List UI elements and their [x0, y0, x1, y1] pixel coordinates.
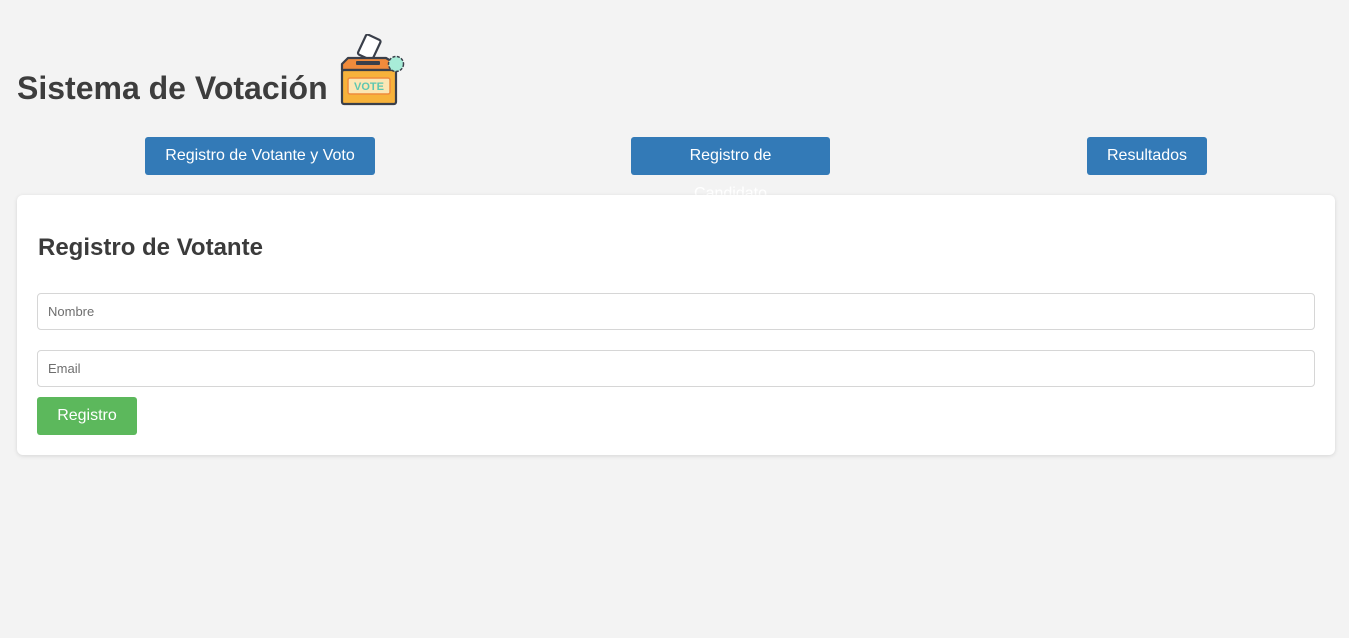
voter-registration-button[interactable]: Registro de Votante y Voto [145, 137, 375, 175]
page-title: Sistema de Votación [17, 70, 328, 106]
voter-registration-card: Registro de Votante Registro [17, 195, 1335, 455]
form-title: Registro de Votante [38, 234, 263, 261]
results-button[interactable]: Resultados [1087, 137, 1207, 175]
email-input[interactable] [37, 350, 1315, 387]
main-nav: Registro de Votante y Voto Registro de C… [0, 137, 1349, 202]
ballot-box-label: VOTE [354, 81, 384, 93]
name-input[interactable] [37, 293, 1315, 330]
ballot-box-icon: VOTE [340, 34, 404, 106]
register-button[interactable]: Registro [37, 397, 137, 435]
candidate-registration-button[interactable]: Registro de Candidato [631, 137, 830, 202]
page-header: Sistema de Votación VOTE [17, 34, 406, 110]
